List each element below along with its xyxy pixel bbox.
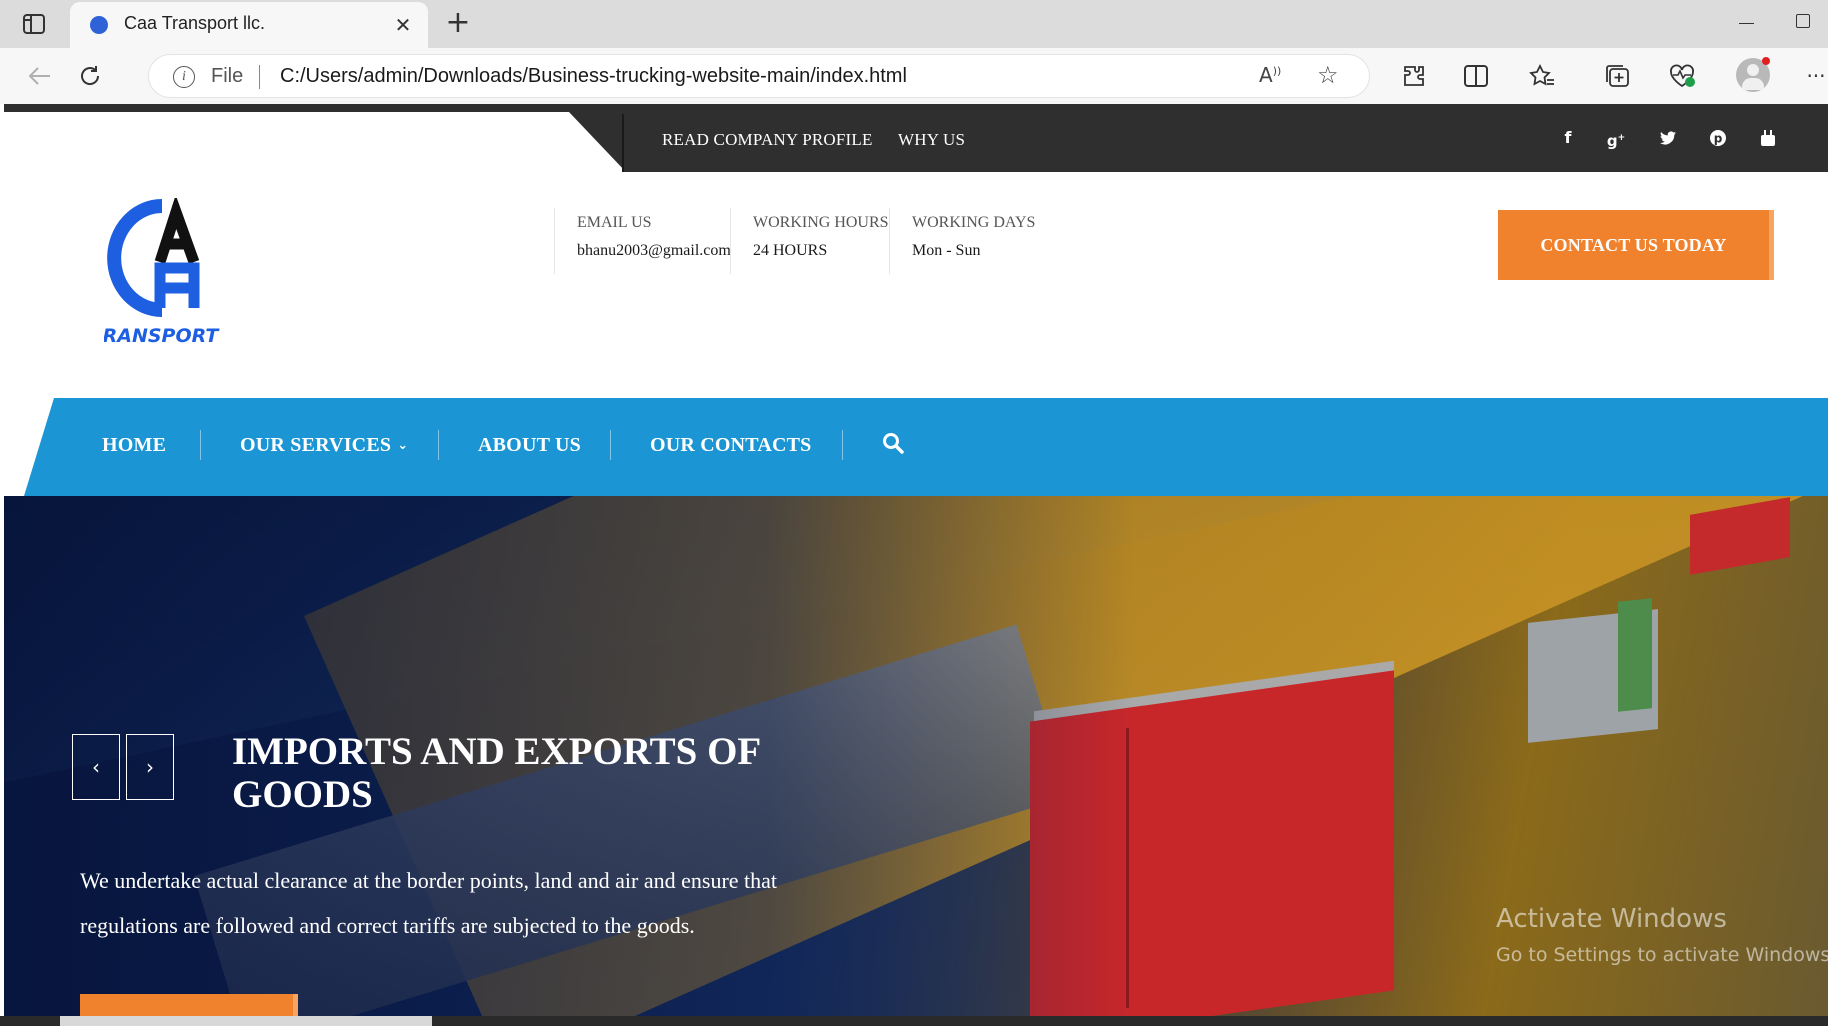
tab-actions-icon[interactable] (18, 10, 50, 38)
browser-toolbar: i File C:/Users/admin/Downloads/Business… (0, 48, 1828, 104)
top-bar-divider (622, 114, 624, 172)
nav-separator (842, 430, 843, 460)
working-hours-info: WORKING HOURS 24 HOURS (730, 208, 890, 274)
minimize-window-button[interactable] (1732, 10, 1762, 36)
main-nav: HOME OUR SERVICES ⌄ ABOUT US OUR CONTACTS (24, 398, 1828, 496)
why-us-link[interactable]: WHY US (898, 130, 965, 150)
top-bar-white-notch (4, 112, 624, 172)
address-url[interactable]: C:/Users/admin/Downloads/Business-trucki… (280, 65, 907, 88)
maximize-window-button[interactable] (1796, 14, 1810, 28)
nav-our-services-label: OUR SERVICES (240, 434, 392, 456)
nav-about-us[interactable]: ABOUT US (478, 434, 581, 457)
close-tab-icon[interactable]: ✕ (390, 12, 416, 38)
nav-separator (200, 430, 201, 460)
nav-separator (438, 430, 439, 460)
hero-description: We undertake actual clearance at the bor… (80, 868, 778, 938)
collections-icon[interactable] (1600, 58, 1636, 94)
working-days-label: WORKING DAYS (912, 214, 1036, 231)
read-aloud-icon[interactable]: A)) (1259, 63, 1281, 87)
chevron-right-icon: › (146, 755, 154, 779)
pinterest-icon[interactable]: p (1706, 126, 1730, 150)
email-label: EMAIL US (577, 214, 652, 231)
activate-windows-subtitle: Go to Settings to activate Windows. (1496, 944, 1828, 966)
nav-separator (610, 430, 611, 460)
browser-tab-bar: Caa Transport llc. ✕ + (0, 0, 1828, 48)
slider-prev-button[interactable]: ‹ (72, 734, 120, 800)
working-hours-label: WORKING HOURS (753, 214, 889, 231)
activate-windows-title: Activate Windows (1496, 904, 1727, 934)
slider-next-button[interactable]: › (126, 734, 174, 800)
facebook-icon[interactable]: f (1556, 126, 1580, 150)
browser-essentials-icon[interactable] (1664, 58, 1700, 94)
nav-our-services[interactable]: OUR SERVICES ⌄ (240, 434, 408, 457)
company-logo[interactable]: TRANSPORT (90, 194, 244, 358)
tab-title: Caa Transport llc. (124, 13, 266, 33)
working-days-value: Mon - Sun (912, 242, 981, 259)
new-tab-button[interactable]: + (440, 6, 476, 42)
nav-our-contacts[interactable]: OUR CONTACTS (650, 434, 812, 457)
site-info-icon[interactable]: i (173, 66, 195, 88)
logo-text: TRANSPORT (104, 325, 220, 347)
google-plus-icon[interactable]: g+ (1604, 126, 1628, 150)
chevron-left-icon: ‹ (92, 755, 100, 779)
favorites-icon[interactable] (1524, 58, 1560, 94)
profile-notification-dot (1762, 57, 1770, 65)
working-days-info: WORKING DAYS Mon - Sun (889, 208, 1059, 274)
address-scheme: File (211, 65, 244, 87)
email-value[interactable]: bhanu2003@gmail.com (577, 240, 731, 262)
reload-icon[interactable] (72, 58, 108, 94)
favorite-star-icon[interactable]: ☆ (1317, 61, 1339, 89)
address-bar[interactable]: i File C:/Users/admin/Downloads/Business… (148, 54, 1370, 98)
chevron-down-icon: ⌄ (397, 438, 409, 453)
address-separator (259, 65, 260, 89)
favicon-icon (90, 16, 108, 34)
svg-text:p: p (1714, 132, 1723, 146)
extensions-icon[interactable] (1396, 58, 1432, 94)
taskbar-segment (60, 1016, 432, 1026)
nav-home[interactable]: HOME (102, 434, 166, 457)
working-hours-value: 24 HOURS (753, 242, 828, 259)
email-info: EMAIL US bhanu2003@gmail.com (554, 208, 731, 274)
search-icon[interactable] (882, 432, 912, 462)
browser-tab[interactable]: Caa Transport llc. ✕ (70, 2, 428, 48)
hero-title: IMPORTS AND EXPORTS OF GOODS (232, 730, 760, 816)
youtube-icon[interactable] (1756, 126, 1780, 150)
split-screen-icon[interactable] (1458, 58, 1494, 94)
more-options-icon[interactable]: ··· (1798, 58, 1828, 94)
back-arrow-icon[interactable] (22, 58, 58, 94)
contact-us-today-button[interactable]: CONTACT US TODAY (1498, 210, 1774, 280)
read-company-profile-link[interactable]: READ COMPANY PROFILE (662, 130, 873, 150)
twitter-icon[interactable] (1656, 126, 1680, 150)
